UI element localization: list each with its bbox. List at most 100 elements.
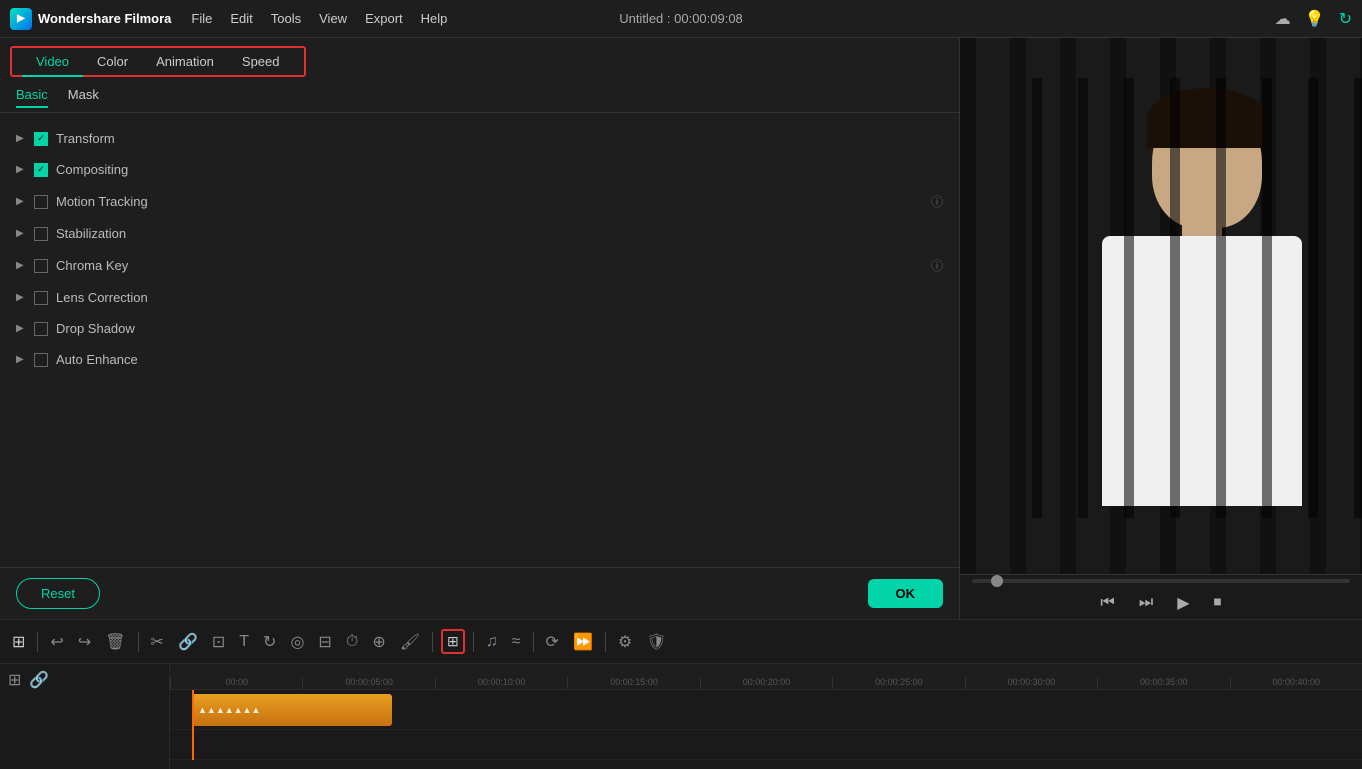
tab-speed[interactable]: Speed bbox=[228, 48, 294, 75]
timeline-main: 00:00 00:00:05:00 00:00:10:00 00:00:15:0… bbox=[170, 664, 1362, 769]
help-motion-tracking[interactable]: ⓘ bbox=[931, 193, 943, 210]
timeline-cursor[interactable] bbox=[192, 690, 194, 760]
redo-icon[interactable]: ↪ bbox=[74, 628, 95, 656]
zoom-icon[interactable]: ⊕ bbox=[368, 628, 389, 656]
tab-color[interactable]: Color bbox=[83, 48, 142, 75]
prev-frame-button[interactable]: ⏮ bbox=[1096, 592, 1118, 614]
cloud-icon[interactable]: ☁ bbox=[1275, 9, 1291, 29]
loop-icon[interactable]: ⟳ bbox=[542, 628, 563, 656]
app-logo: ▶ Wondershare Filmora bbox=[10, 8, 171, 30]
undo-icon[interactable]: ↩ bbox=[46, 628, 67, 656]
checkbox-drop-shadow[interactable] bbox=[34, 322, 48, 336]
paint-icon[interactable]: 🖌 bbox=[396, 628, 424, 656]
menu-bar: ▶ Wondershare Filmora File Edit Tools Vi… bbox=[0, 0, 1362, 38]
track-clip-1[interactable]: ▲▲▲▲▲▲▲ bbox=[192, 694, 392, 726]
toolbar-divider-5 bbox=[533, 632, 534, 652]
menu-help[interactable]: Help bbox=[421, 11, 448, 26]
menu-export[interactable]: Export bbox=[365, 11, 403, 26]
ruler-mark-1: 00:00:05:00 bbox=[302, 677, 434, 689]
stop-button[interactable]: ⏹ bbox=[1210, 592, 1226, 614]
sub-tabs: Basic Mask bbox=[0, 83, 959, 113]
checkbox-stabilization[interactable] bbox=[34, 227, 48, 241]
speed-icon[interactable]: ⏱ bbox=[342, 629, 362, 655]
toolbar-divider-2 bbox=[138, 632, 139, 652]
expand-arrow-compositing[interactable]: ▶ bbox=[16, 164, 26, 175]
subtab-basic[interactable]: Basic bbox=[16, 87, 48, 108]
label-transform: Transform bbox=[56, 131, 943, 146]
scissors-icon[interactable]: ✂ bbox=[147, 628, 168, 656]
shield-icon[interactable]: 🛡 bbox=[642, 628, 670, 656]
prop-drop-shadow[interactable]: ▶ Drop Shadow bbox=[16, 313, 943, 344]
prop-compositing[interactable]: ▶ Compositing bbox=[16, 154, 943, 185]
rotate-icon[interactable]: ↻ bbox=[259, 628, 280, 656]
step-forward-button[interactable]: ⏭ bbox=[1135, 592, 1157, 614]
tab-video[interactable]: Video bbox=[22, 48, 83, 75]
preview-progress-bar-row bbox=[960, 574, 1362, 587]
tab-animation[interactable]: Animation bbox=[142, 48, 228, 75]
timeline-left-panel: ⊞ 🔗 bbox=[0, 664, 170, 769]
checkbox-chroma-key[interactable] bbox=[34, 259, 48, 273]
crop-icon[interactable]: ⊡ bbox=[208, 628, 229, 656]
app-name: Wondershare Filmora bbox=[38, 11, 171, 26]
prop-lens-correction[interactable]: ▶ Lens Correction bbox=[16, 282, 943, 313]
trash-icon[interactable]: 🗑 bbox=[101, 628, 129, 656]
preview-area bbox=[960, 38, 1362, 574]
expand-arrow-drop-shadow[interactable]: ▶ bbox=[16, 323, 26, 334]
menu-file[interactable]: File bbox=[191, 11, 212, 26]
pip-icon[interactable]: ⊟ bbox=[314, 628, 335, 656]
toolbar-divider-6 bbox=[605, 632, 606, 652]
prop-motion-tracking[interactable]: ▶ Motion Tracking ⓘ bbox=[16, 185, 943, 218]
play-button[interactable]: ▶ bbox=[1173, 591, 1193, 615]
label-drop-shadow: Drop Shadow bbox=[56, 321, 943, 336]
reset-button[interactable]: Reset bbox=[16, 578, 100, 609]
audio-waveform-icon[interactable]: ♫ bbox=[482, 629, 502, 655]
preview-seekbar[interactable] bbox=[972, 579, 1350, 583]
seekbar-thumb[interactable] bbox=[991, 575, 1003, 587]
mask-icon[interactable]: ◎ bbox=[286, 628, 308, 656]
equalizer-icon[interactable]: ⊞ bbox=[441, 629, 465, 654]
expand-arrow-transform[interactable]: ▶ bbox=[16, 133, 26, 144]
settings-icon[interactable]: ⚙ bbox=[614, 628, 636, 656]
add-track-icon[interactable]: ⊞ bbox=[8, 670, 21, 690]
text-icon[interactable]: T bbox=[235, 629, 253, 655]
checkbox-compositing[interactable] bbox=[34, 163, 48, 177]
help-chroma-key[interactable]: ⓘ bbox=[931, 257, 943, 274]
expand-arrow-chroma-key[interactable]: ▶ bbox=[16, 260, 26, 271]
toolbar-divider-3 bbox=[432, 632, 433, 652]
ruler-marks: 00:00 00:00:05:00 00:00:10:00 00:00:15:0… bbox=[170, 677, 1362, 689]
app-logo-icon: ▶ bbox=[10, 8, 32, 30]
refresh-icon[interactable]: ↻ bbox=[1339, 9, 1352, 29]
left-panel: Video Color Animation Speed Basic Mask ▶… bbox=[0, 38, 960, 619]
label-chroma-key: Chroma Key bbox=[56, 258, 923, 273]
top-right-icons: ☁ 💡 ↻ bbox=[1275, 9, 1352, 29]
prop-chroma-key[interactable]: ▶ Chroma Key ⓘ bbox=[16, 249, 943, 282]
fence-overlay bbox=[1032, 78, 1362, 518]
checkbox-lens-correction[interactable] bbox=[34, 291, 48, 305]
menu-view[interactable]: View bbox=[319, 11, 347, 26]
expand-arrow-auto-enhance[interactable]: ▶ bbox=[16, 354, 26, 365]
forward-icon[interactable]: ⏩ bbox=[569, 628, 597, 656]
menu-edit[interactable]: Edit bbox=[230, 11, 252, 26]
expand-arrow-lens-correction[interactable]: ▶ bbox=[16, 292, 26, 303]
checkbox-auto-enhance[interactable] bbox=[34, 353, 48, 367]
prop-transform[interactable]: ▶ Transform bbox=[16, 123, 943, 154]
checkbox-transform[interactable] bbox=[34, 132, 48, 146]
bulb-icon[interactable]: 💡 bbox=[1305, 9, 1325, 29]
ruler-mark-7: 00:00:35:00 bbox=[1097, 677, 1229, 689]
timeline-track-1: ▲▲▲▲▲▲▲ bbox=[170, 690, 1362, 730]
ripple-icon[interactable]: ≈ bbox=[508, 629, 525, 655]
ruler-mark-0: 00:00 bbox=[170, 677, 302, 689]
subtab-mask[interactable]: Mask bbox=[68, 87, 99, 108]
preview-controls-row: ⏮ ⏭ ▶ ⏹ bbox=[960, 587, 1362, 619]
checkbox-motion-tracking[interactable] bbox=[34, 195, 48, 209]
grid-icon[interactable]: ⊞ bbox=[8, 628, 29, 656]
link-tracks-icon[interactable]: 🔗 bbox=[29, 670, 49, 690]
toolbar-divider-1 bbox=[37, 632, 38, 652]
expand-arrow-stabilization[interactable]: ▶ bbox=[16, 228, 26, 239]
menu-tools[interactable]: Tools bbox=[271, 11, 301, 26]
prop-auto-enhance[interactable]: ▶ Auto Enhance bbox=[16, 344, 943, 375]
expand-arrow-motion-tracking[interactable]: ▶ bbox=[16, 196, 26, 207]
ok-button[interactable]: OK bbox=[868, 579, 944, 608]
link-icon[interactable]: 🔗 bbox=[174, 628, 202, 656]
prop-stabilization[interactable]: ▶ Stabilization bbox=[16, 218, 943, 249]
